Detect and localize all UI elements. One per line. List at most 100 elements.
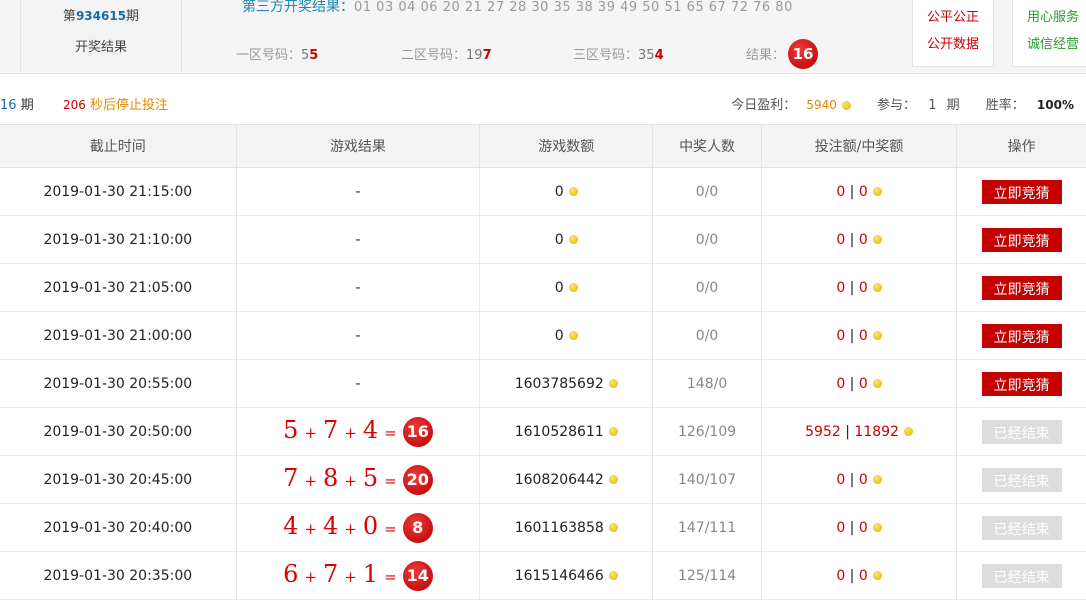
- bet-now-button[interactable]: 立即竞猜: [981, 227, 1062, 252]
- win-rate: 100%: [1036, 98, 1074, 112]
- coin-icon: [608, 523, 618, 532]
- profit-value: 5940: [806, 98, 837, 112]
- game-result: 4 +4 +0 = 8: [236, 503, 481, 552]
- bet-win-amount: 0 | 0: [761, 503, 958, 552]
- table-row: 2019-01-30 20:45:00 7 +8 +5 = 20 1608206442 140…: [0, 455, 1086, 504]
- deadline-time: 2019-01-30 20:55:00: [0, 359, 237, 408]
- result-ball: 16: [402, 416, 433, 447]
- status-bar: 16 期 206 秒后停止投注 今日盈利： 5940 参与： 1 期 胜率： 1…: [0, 90, 1086, 114]
- third-party-result: 第三方开奖结果：01 03 04 06 20 21 27 28 30 35 38…: [242, 0, 793, 15]
- winner-count: 0/0: [652, 167, 762, 216]
- bet-now-button[interactable]: 立即竞猜: [981, 371, 1062, 396]
- table-row: 2019-01-30 21:05:00-0 0/0 0 | 0 立即竞猜: [0, 263, 1086, 312]
- join-count: 1: [928, 98, 937, 113]
- coin-icon: [872, 523, 882, 532]
- user-stats: 今日盈利： 5940 参与： 1 期 胜率： 100%: [731, 98, 1074, 113]
- coin-icon: [872, 187, 882, 196]
- ended-button: 已经结束: [981, 515, 1062, 540]
- deadline-time: 2019-01-30 21:15:00: [0, 167, 237, 216]
- game-result: 6 +7 +1 = 14: [236, 551, 481, 600]
- winner-count: 0/0: [652, 311, 762, 360]
- game-amount: 0: [479, 167, 654, 216]
- table-row: 2019-01-30 21:10:00-0 0/0 0 | 0 立即竞猜: [0, 215, 1086, 264]
- result-ball: 8: [402, 512, 433, 543]
- table-header: 截止时间 游戏结果 游戏数额 中奖人数 投注额/中奖额 操作: [0, 124, 1086, 168]
- winner-count: 125/114: [652, 551, 762, 600]
- bet-win-amount: 0 | 0: [761, 551, 958, 600]
- ended-button: 已经结束: [981, 467, 1062, 492]
- deadline-time: 2019-01-30 21:05:00: [0, 263, 237, 312]
- deadline-time: 2019-01-30 21:10:00: [0, 215, 237, 264]
- issue-number: 第934615期: [62, 9, 140, 24]
- deadline-time: 2019-01-30 20:45:00: [0, 455, 237, 504]
- deadline-time: 2019-01-30 20:50:00: [0, 407, 237, 456]
- result-ball: 20: [402, 464, 433, 495]
- third-party-numbers: 01 03 04 06 20 21 27 28 30 35 38 39 49 5…: [354, 0, 793, 15]
- table-row: 2019-01-30 20:35:00 6 +7 +1 = 14 1615146466 125…: [0, 551, 1086, 600]
- result-label: 结果：: [746, 48, 786, 63]
- table-row: 2019-01-30 21:15:00-0 0/0 0 | 0 立即竞猜: [0, 167, 1086, 216]
- game-result: -: [236, 167, 481, 216]
- table-row: 2019-01-30 20:55:00-1603785692 148/0 0 | 0…: [0, 359, 1086, 408]
- deadline-time: 2019-01-30 20:35:00: [0, 551, 237, 600]
- winner-count: 148/0: [652, 359, 762, 408]
- bet-now-button[interactable]: 立即竞猜: [981, 179, 1062, 204]
- game-amount: 0: [479, 311, 654, 360]
- coin-icon: [872, 235, 882, 244]
- coin-icon: [608, 475, 618, 484]
- game-result: -: [236, 215, 481, 264]
- bet-win-amount: 0 | 0: [761, 311, 958, 360]
- table-row: 2019-01-30 20:40:00 4 +4 +0 = 8 1601163858 147/…: [0, 503, 1086, 552]
- coin-icon: [872, 571, 882, 580]
- game-amount: 0: [479, 263, 654, 312]
- bet-win-amount: 0 | 0: [761, 167, 958, 216]
- coin-icon: [568, 235, 578, 244]
- zone-3: 三区号码：354: [573, 48, 664, 63]
- game-amount: 1603785692: [479, 359, 654, 408]
- coin-icon: [568, 331, 578, 340]
- bet-now-button[interactable]: 立即竞猜: [981, 275, 1062, 300]
- bet-now-button[interactable]: 立即竞猜: [981, 323, 1062, 348]
- table-row: 2019-01-30 21:00:00-0 0/0 0 | 0 立即竞猜: [0, 311, 1086, 360]
- coin-icon: [608, 571, 618, 580]
- game-result: -: [236, 263, 481, 312]
- bet-win-amount: 0 | 0: [761, 359, 958, 408]
- deadline-time: 2019-01-30 21:00:00: [0, 311, 237, 360]
- game-amount: 1610528611: [479, 407, 654, 456]
- coin-icon: [568, 283, 578, 292]
- bet-table: 截止时间 游戏结果 游戏数额 中奖人数 投注额/中奖额 操作 2019-01-3…: [0, 124, 1086, 600]
- bet-win-amount: 0 | 0: [761, 455, 958, 504]
- result-ball: 14: [402, 560, 433, 591]
- current-period: 16 期: [0, 98, 34, 113]
- winner-count: 0/0: [652, 263, 762, 312]
- game-amount: 1608206442: [479, 455, 654, 504]
- winner-count: 140/107: [652, 455, 762, 504]
- coin-icon: [568, 187, 578, 196]
- coin-icon: [872, 379, 882, 388]
- ended-button: 已经结束: [981, 563, 1062, 588]
- issue-box: 第934615期 开奖结果: [20, 0, 182, 72]
- game-result: 7 +8 +5 = 20: [236, 455, 481, 504]
- draw-result-header: 第934615期 开奖结果 第三方开奖结果：01 03 04 06 20 21 …: [0, 0, 1086, 74]
- coin-icon: [872, 475, 882, 484]
- coin-icon: [608, 427, 618, 436]
- issue-label: 开奖结果: [74, 40, 127, 55]
- winner-count: 147/111: [652, 503, 762, 552]
- coin-icon: [903, 427, 913, 436]
- zone-2: 二区号码：197: [401, 48, 492, 63]
- result-ball: 16: [788, 39, 818, 69]
- game-result: -: [236, 311, 481, 360]
- winner-count: 126/109: [652, 407, 762, 456]
- deadline-time: 2019-01-30 20:40:00: [0, 503, 237, 552]
- game-amount: 1615146466: [479, 551, 654, 600]
- coin-icon: [841, 101, 851, 110]
- coin-icon: [872, 283, 882, 292]
- zone-1: 一区号码：55: [236, 48, 319, 63]
- winner-count: 0/0: [652, 215, 762, 264]
- game-amount: 1601163858: [479, 503, 654, 552]
- countdown: 206 秒后停止投注: [63, 98, 169, 113]
- service-box: 用心服务 诚信经营: [1012, 0, 1086, 67]
- game-amount: 0: [479, 215, 654, 264]
- coin-icon: [608, 379, 618, 388]
- coin-icon: [872, 331, 882, 340]
